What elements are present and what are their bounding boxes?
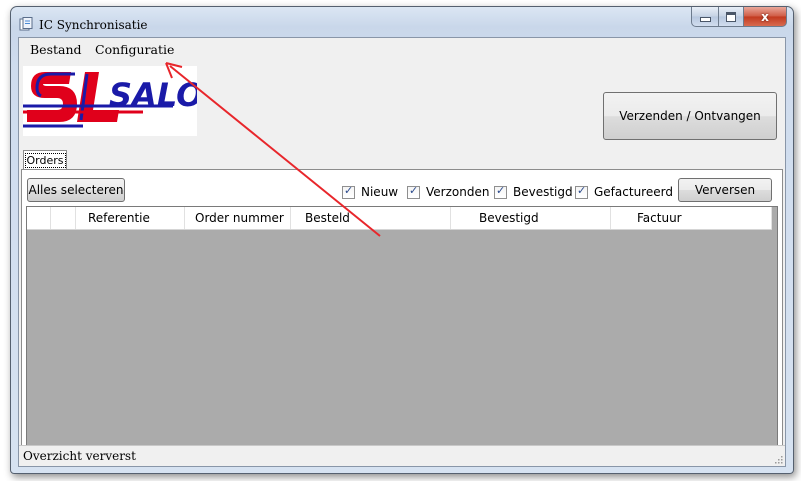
- filter-gefactureerd-checkbox[interactable]: Gefactureerd: [575, 184, 673, 199]
- salo-logo: SALO: [23, 66, 197, 136]
- filter-verzonden-checkbox[interactable]: Verzonden: [407, 184, 490, 199]
- menu-configuratie[interactable]: Configuratie: [95, 42, 174, 57]
- filter-verzonden-label: Verzonden: [426, 185, 490, 199]
- orders-panel: Alles selecteren Nieuw Verzonden Bevesti…: [21, 169, 783, 447]
- filter-gefactureerd-label: Gefactureerd: [594, 185, 673, 199]
- status-text: Overzicht ververst: [23, 449, 136, 463]
- select-all-button[interactable]: Alles selecteren: [27, 178, 125, 202]
- client-area: Bestand Configuratie SALO Verzenden / On…: [18, 37, 786, 467]
- close-icon: x: [761, 9, 769, 24]
- app-window: IC Synchronisatie x Bestand Configuratie: [10, 6, 794, 474]
- window-title: IC Synchronisatie: [39, 18, 148, 32]
- caption-buttons: x: [691, 7, 787, 27]
- filter-bevestigd-checkbox[interactable]: Bevestigd: [494, 184, 573, 199]
- tab-orders[interactable]: Orders: [23, 150, 67, 170]
- column-header-bevestigd[interactable]: Bevestigd: [451, 207, 611, 229]
- menu-bestand[interactable]: Bestand: [30, 42, 82, 57]
- checkbox-icon: [342, 184, 355, 199]
- grid-header: Referentie Order nummer Besteld Bevestig…: [27, 207, 772, 230]
- checkbox-icon: [494, 184, 507, 199]
- maximize-button[interactable]: [719, 7, 744, 27]
- send-receive-button[interactable]: Verzenden / Ontvangen: [603, 92, 777, 140]
- column-header-order-nummer[interactable]: Order nummer: [185, 207, 291, 229]
- filter-nieuw-label: Nieuw: [361, 185, 399, 199]
- orders-grid[interactable]: Referentie Order nummer Besteld Bevestig…: [26, 206, 778, 446]
- checkbox-icon: [407, 184, 420, 199]
- resize-grip-icon[interactable]: [773, 454, 783, 464]
- filter-bevestigd-label: Bevestigd: [513, 185, 573, 199]
- status-bar: Overzicht ververst: [19, 445, 785, 466]
- column-header-besteld[interactable]: Besteld: [291, 207, 451, 229]
- minimize-button[interactable]: [691, 7, 719, 27]
- column-header-factuur[interactable]: Factuur: [611, 207, 772, 229]
- title-bar[interactable]: IC Synchronisatie x: [11, 7, 793, 37]
- row-header-corner: [27, 207, 51, 229]
- checkbox-icon: [575, 184, 588, 199]
- app-icon: [19, 17, 33, 31]
- minimize-icon: [699, 17, 711, 22]
- select-column-header[interactable]: [51, 207, 76, 229]
- logo-text: SALO: [109, 76, 197, 114]
- filter-nieuw-checkbox[interactable]: Nieuw: [342, 184, 399, 199]
- refresh-button[interactable]: Verversen: [678, 178, 772, 202]
- maximize-icon: [726, 11, 736, 22]
- column-header-referentie[interactable]: Referentie: [76, 207, 185, 229]
- menu-bar: Bestand Configuratie: [19, 38, 785, 60]
- tab-orders-label: Orders: [24, 153, 66, 168]
- close-button[interactable]: x: [744, 7, 787, 27]
